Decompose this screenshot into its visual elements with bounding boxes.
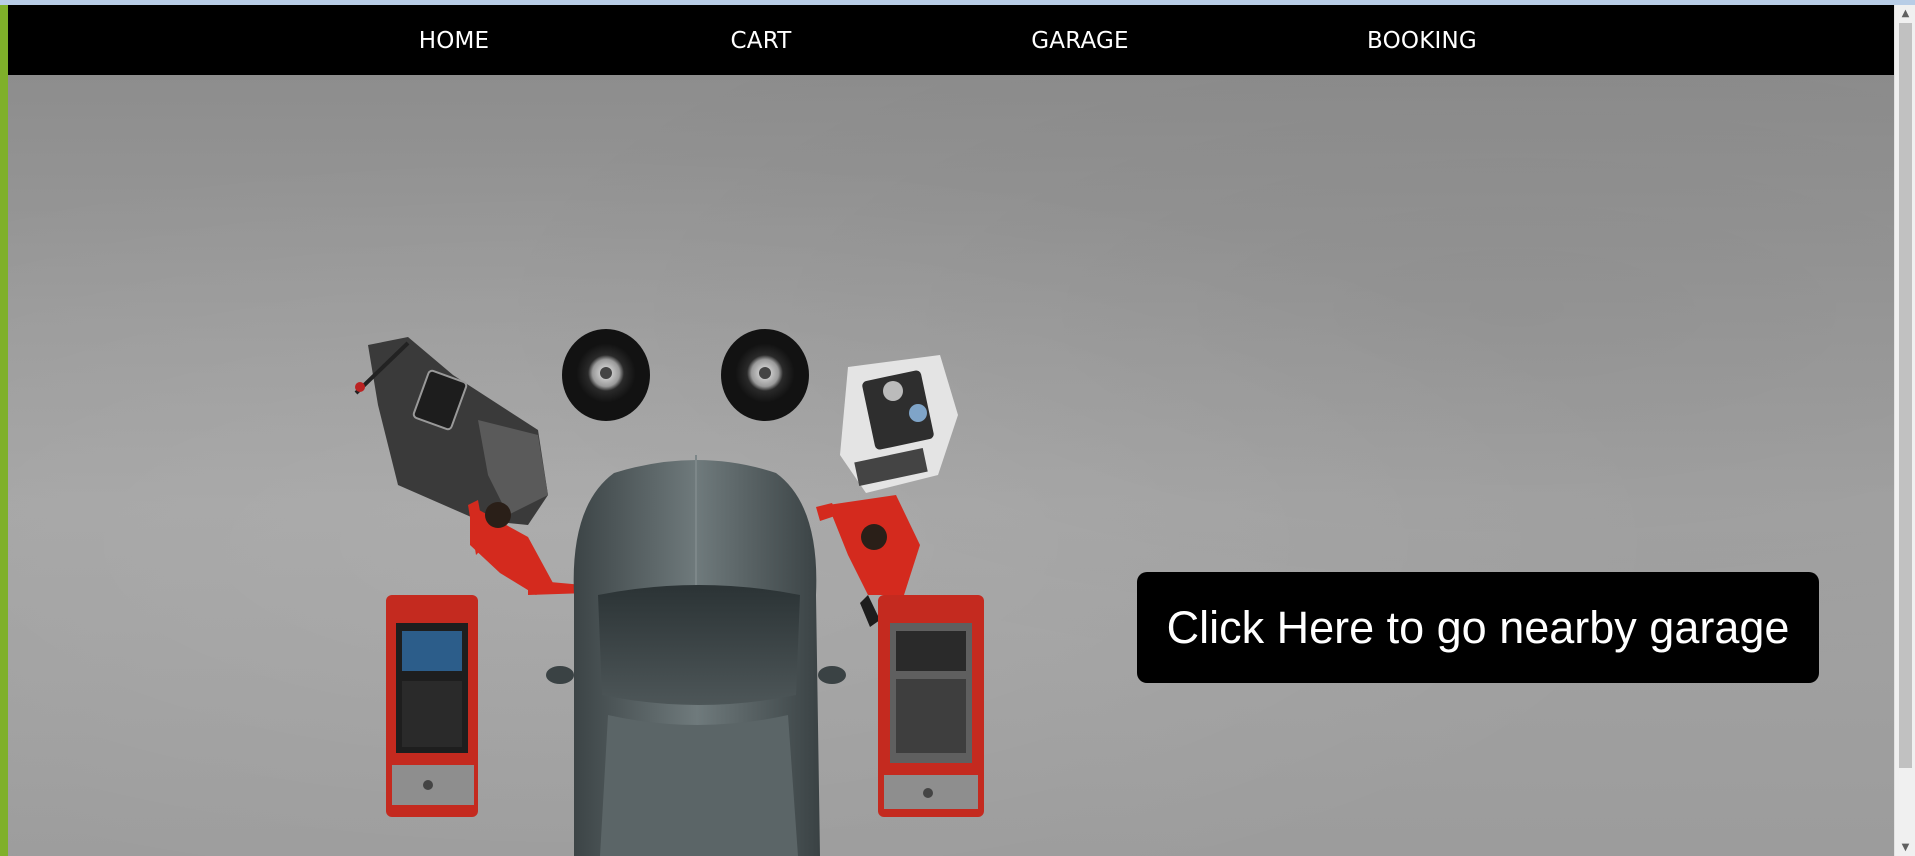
diagnostic-unit bbox=[840, 355, 958, 493]
nav-garage-link[interactable]: GARAGE bbox=[1031, 5, 1129, 75]
scrollbar-thumb[interactable] bbox=[1899, 23, 1912, 768]
nav-home-link[interactable]: HOME bbox=[419, 5, 490, 75]
page-viewport: HOME CART GARAGE BOOKING Click Here to g… bbox=[8, 5, 1894, 856]
scroll-up-arrow-icon[interactable]: ▲ bbox=[1895, 5, 1915, 22]
tire-left bbox=[562, 329, 650, 421]
tool-cart-left bbox=[386, 595, 478, 817]
hero-section: Click Here to go nearby garage bbox=[8, 75, 1894, 856]
car-top-view bbox=[546, 455, 846, 856]
nearby-garage-button[interactable]: Click Here to go nearby garage bbox=[1137, 572, 1819, 683]
tire-machine bbox=[354, 337, 548, 525]
nav-booking-link[interactable]: BOOKING bbox=[1367, 5, 1477, 75]
top-navbar: HOME CART GARAGE BOOKING bbox=[8, 5, 1894, 75]
nav-cart-link[interactable]: CART bbox=[731, 5, 792, 75]
tire-right bbox=[721, 329, 809, 421]
scroll-down-arrow-icon[interactable]: ▼ bbox=[1895, 839, 1915, 856]
garage-service-illustration bbox=[354, 329, 984, 856]
page-scrollbar[interactable]: ▲ ▼ bbox=[1894, 5, 1915, 856]
tool-cart-right bbox=[878, 595, 984, 817]
